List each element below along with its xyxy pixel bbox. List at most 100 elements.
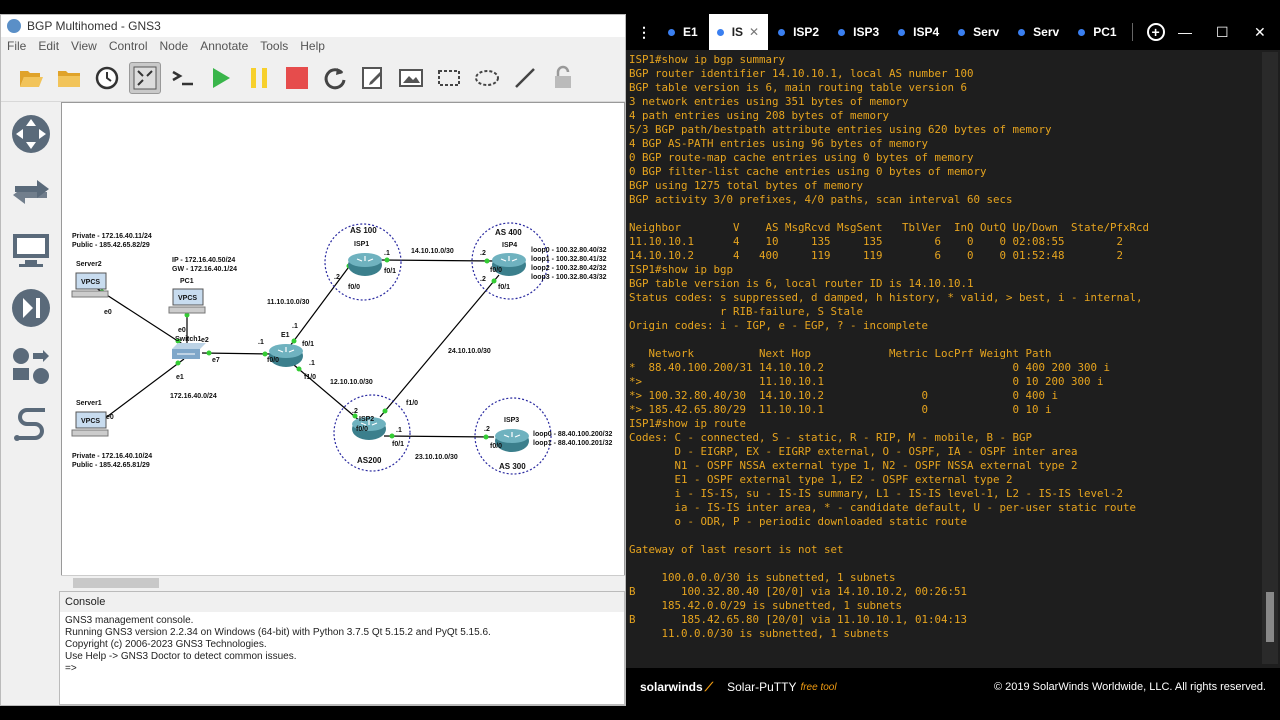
- browse-switches-button[interactable]: [9, 170, 53, 214]
- terminal-line: o - ODR, P - periodic downloaded static …: [629, 515, 968, 528]
- pc1-ip: IP - 172.16.40.50/24: [172, 257, 235, 264]
- pc1-if-e0: e0: [178, 327, 186, 334]
- device-type-sidebar: [1, 102, 59, 589]
- menu-help[interactable]: Help: [300, 39, 325, 53]
- menu-control[interactable]: Control: [109, 39, 148, 53]
- router-isp1[interactable]: [348, 253, 382, 276]
- draw-rectangle-button[interactable]: [433, 62, 465, 94]
- solarwinds-logo: solarwinds ⟋: [640, 680, 713, 695]
- terminal-line: 4 path entries using 208 bytes of memory: [629, 109, 890, 122]
- menu-file[interactable]: File: [7, 39, 26, 53]
- product-name: Solar-PuTTY: [727, 680, 797, 694]
- draw-ellipse-button[interactable]: [471, 62, 503, 94]
- server2-public-ip: Public - 185.42.65.82/29: [72, 242, 150, 249]
- console-all-button[interactable]: [129, 61, 161, 94]
- isp2-label: ISP2: [359, 416, 374, 423]
- menu-annotate[interactable]: Annotate: [200, 39, 248, 53]
- isp4-loop3: loop3 - 100.32.80.43/32: [531, 274, 607, 281]
- draw-line-button[interactable]: [509, 62, 541, 94]
- session-status-icon: [1078, 28, 1086, 36]
- link-isp2-isp3[interactable]: [383, 435, 495, 438]
- server2-node[interactable]: VPCS: [71, 272, 109, 298]
- console-prompt[interactable]: =>: [65, 663, 619, 675]
- link-isp2-isp4[interactable]: [379, 274, 500, 418]
- link-server2-switch[interactable]: [95, 287, 185, 346]
- net-e1-isp1: 11.10.10.0/30: [267, 299, 310, 306]
- insert-image-button[interactable]: [395, 62, 427, 94]
- session-status-icon: [668, 28, 675, 36]
- browse-all-devices-button[interactable]: [9, 344, 53, 388]
- pc1-node[interactable]: VPCS: [168, 288, 206, 314]
- snapshot-button[interactable]: [91, 62, 123, 94]
- server1-node[interactable]: VPCS: [71, 411, 109, 437]
- console-line: Running GNS3 version 2.2.34 on Windows (…: [65, 627, 491, 638]
- add-session-icon[interactable]: +: [1146, 23, 1165, 41]
- close-button[interactable]: ✕: [1254, 24, 1266, 41]
- link-isp1-isp4[interactable]: [379, 259, 495, 262]
- lock-items-button[interactable]: [547, 62, 579, 94]
- session-status-icon: [898, 28, 906, 36]
- tab-isp3[interactable]: ISP3: [830, 14, 888, 50]
- terminal-line: ISP1#show ip bgp summary: [629, 53, 786, 66]
- menu-dots-icon[interactable]: ⋮: [634, 24, 654, 41]
- tab-isp4[interactable]: ISP4: [890, 14, 948, 50]
- switch-icon: [13, 180, 49, 204]
- menu-view[interactable]: View: [71, 39, 97, 53]
- as300-label: AS 300: [499, 462, 526, 471]
- open-project-button[interactable]: [15, 62, 47, 94]
- browse-routers-button[interactable]: [9, 112, 53, 156]
- play-icon: [213, 67, 230, 88]
- line-icon: [515, 67, 535, 88]
- topology-canvas[interactable]: VPCS VPCS VPCS Private - 172.16.40.11/24…: [61, 102, 625, 589]
- terminal-line: ISP1#show ip bgp: [629, 263, 734, 276]
- start-all-button[interactable]: [205, 62, 237, 94]
- canvas-horizontal-scrollbar[interactable]: [61, 575, 625, 589]
- tab-server1[interactable]: Serv: [950, 14, 1008, 50]
- tab-isp1[interactable]: IS ✕: [708, 14, 769, 50]
- maximize-button[interactable]: ☐: [1216, 24, 1229, 41]
- reload-icon: [324, 67, 346, 89]
- terminal-line: 14.10.10.2 4 400 119 119 6 0 0 01:52:48 …: [629, 249, 1124, 262]
- tab-label: ISP2: [793, 25, 820, 39]
- isp2-if-f00: f0/0: [356, 426, 368, 433]
- tab-e1[interactable]: E1: [660, 14, 707, 50]
- menu-node[interactable]: Node: [160, 39, 189, 53]
- minimize-button[interactable]: —: [1178, 24, 1192, 40]
- e1-if-f01: f0/1: [302, 341, 314, 348]
- scrollbar-thumb[interactable]: [73, 578, 159, 588]
- browse-end-devices-button[interactable]: [9, 228, 53, 272]
- terminal-line: 0 BGP filter-list cache entries using 0 …: [629, 165, 987, 178]
- isp2-ip-2: .2: [352, 408, 358, 415]
- tab-server2[interactable]: Serv: [1010, 14, 1068, 50]
- menu-edit[interactable]: Edit: [38, 39, 59, 53]
- menu-tools[interactable]: Tools: [260, 39, 288, 53]
- console-output[interactable]: GNS3 management console. Running GNS3 ve…: [60, 612, 624, 678]
- session-status-icon: [716, 28, 724, 36]
- terminal-button[interactable]: [167, 62, 199, 94]
- close-tab-icon[interactable]: ✕: [749, 25, 759, 39]
- terminal-line: Network Next Hop Metric LocPrf Weight Pa…: [629, 347, 1052, 360]
- isp3-ip-2: .2: [484, 426, 490, 433]
- switch1-node[interactable]: [172, 343, 206, 359]
- isp4-if-f01: f0/1: [498, 284, 510, 291]
- scrollbar-thumb[interactable]: [1266, 592, 1274, 642]
- save-project-button[interactable]: [53, 62, 85, 94]
- tab-pc1[interactable]: PC1: [1070, 14, 1125, 50]
- terminal-output[interactable]: ISP1#show ip bgp summary BGP router ident…: [629, 52, 1261, 664]
- add-link-button[interactable]: [9, 402, 53, 446]
- session-status-icon: [778, 28, 786, 36]
- link-switch-e1[interactable]: [201, 352, 273, 355]
- browse-security-devices-button[interactable]: [9, 286, 53, 330]
- stop-all-button[interactable]: [281, 62, 313, 94]
- terminal-line: N1 - OSPF NSSA external type 1, N2 - OSP…: [629, 459, 1078, 472]
- session-status-icon: [1018, 28, 1026, 36]
- terminal-vertical-scrollbar[interactable]: [1262, 52, 1278, 664]
- solarwinds-arc-icon: ⟋: [704, 679, 714, 694]
- tab-isp2[interactable]: ISP2: [770, 14, 828, 50]
- reload-all-button[interactable]: [319, 62, 351, 94]
- add-note-button[interactable]: [357, 62, 389, 94]
- suspend-all-button[interactable]: [243, 62, 275, 94]
- net-isp2-isp3: 23.10.10.0/30: [415, 454, 458, 461]
